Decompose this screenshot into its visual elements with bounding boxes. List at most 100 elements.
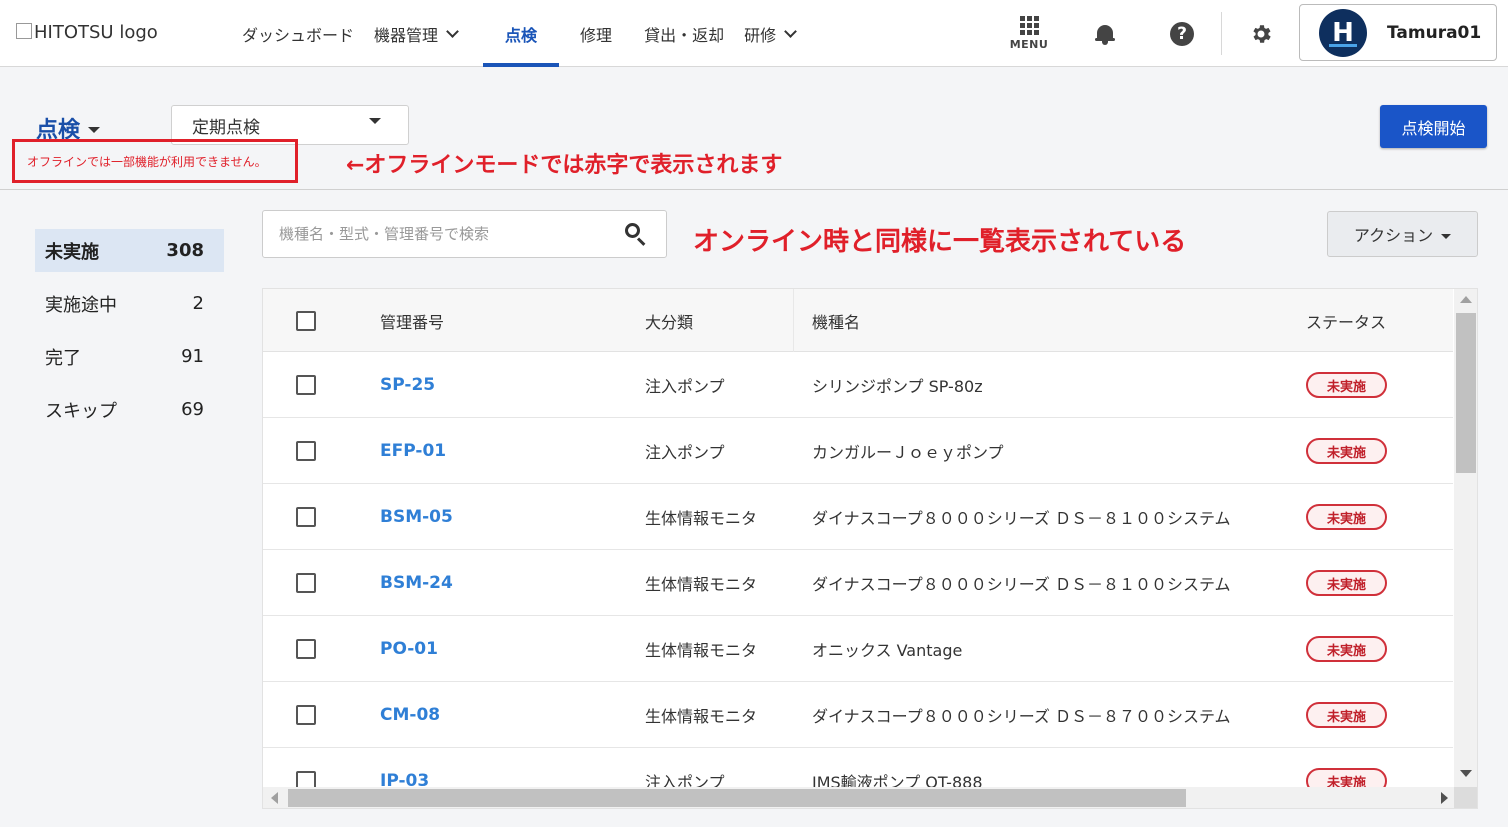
scroll-down-icon[interactable] — [1460, 770, 1472, 777]
model-cell: オニックス Vantage — [812, 641, 963, 660]
table-header: 管理番号 大分類 機種名 ステータス — [263, 289, 1453, 352]
notifications-button[interactable] — [1093, 0, 1117, 67]
search-icon[interactable] — [624, 222, 648, 246]
sidebar-item-label: スキップ — [45, 400, 117, 422]
annotation-offline: ←オフラインモードでは赤字で表示されます — [346, 153, 783, 178]
row-select-cell — [296, 418, 316, 484]
nav-item-label: 修理 — [580, 25, 613, 45]
sidebar-item-count: 2 — [192, 293, 204, 314]
avatar: H — [1319, 8, 1367, 57]
vertical-scrollbar[interactable] — [1454, 289, 1477, 787]
scroll-left-icon[interactable] — [271, 792, 278, 804]
asset-id-link[interactable]: BSM-05 — [380, 484, 453, 550]
select-all-cell — [296, 289, 316, 352]
column-header-model[interactable]: 機種名 — [812, 289, 860, 352]
sidebar-item-count: 308 — [166, 240, 204, 261]
sidebar-item-in-progress[interactable]: 実施途中 2 — [35, 277, 224, 330]
table-row[interactable]: BSM-24 生体情報モニタ ダイナスコープ８０００シリーズ ＤＳ－８１００システム… — [263, 550, 1453, 616]
horizontal-scroll-thumb[interactable] — [288, 789, 1186, 807]
gear-icon — [1253, 24, 1271, 43]
hitotsu-logo[interactable]: HITOTSU logo — [16, 22, 158, 43]
sidebar-item-label: 未実施 — [45, 241, 99, 263]
nav-item-inspection[interactable]: 点検 — [483, 0, 560, 67]
table-row[interactable]: BSM-05 生体情報モニタ ダイナスコープ８０００シリーズ ＤＳ－８１００システム… — [263, 484, 1453, 550]
chevron-down-icon — [784, 25, 797, 38]
broken-image-icon — [16, 22, 32, 39]
nav-item-equipment[interactable]: 機器管理 — [364, 0, 467, 67]
sidebar-item-label: 実施途中 — [45, 294, 117, 316]
main-nav: ダッシュボード 機器管理 点検 修理 貸出・返却 研修 — [232, 0, 805, 67]
nav-item-lending[interactable]: 貸出・返却 — [624, 0, 734, 67]
start-inspection-button[interactable]: 点検開始 — [1380, 105, 1487, 148]
logo-alt-text: HITOTSU logo — [34, 22, 158, 43]
column-header-category[interactable]: 大分類 — [645, 289, 693, 352]
user-menu-button[interactable]: H Tamura01 — [1299, 4, 1497, 61]
row-checkbox[interactable] — [296, 441, 316, 461]
nav-item-dashboard[interactable]: ダッシュボード — [232, 0, 364, 67]
menu-button[interactable]: MENU — [1008, 0, 1050, 67]
asset-id-link[interactable]: SP-25 — [380, 352, 435, 418]
row-select-cell — [296, 616, 316, 682]
help-button[interactable]: ? — [1170, 0, 1194, 67]
scroll-up-icon[interactable] — [1460, 296, 1472, 303]
caret-down-icon — [1441, 233, 1452, 239]
status-cell: 未実施 — [1306, 616, 1387, 682]
row-checkbox[interactable] — [296, 375, 316, 395]
category-cell: 生体情報モニタ — [645, 575, 758, 594]
row-checkbox[interactable] — [296, 639, 316, 659]
nav-item-training[interactable]: 研修 — [734, 0, 805, 67]
nav-item-repair[interactable]: 修理 — [559, 0, 624, 67]
scroll-right-icon[interactable] — [1441, 792, 1448, 804]
bell-icon — [1094, 23, 1116, 45]
chevron-down-icon — [446, 25, 459, 38]
row-checkbox[interactable] — [296, 705, 316, 725]
scrollbar-corner — [1454, 787, 1477, 808]
row-checkbox[interactable] — [296, 573, 316, 593]
annotation-list: オンライン時と同様に一覧表示されている — [693, 227, 1187, 257]
horizontal-scrollbar[interactable] — [263, 787, 1454, 808]
table-row[interactable]: EFP-01 注入ポンプ カンガルーＪｏｅｙポンプ 未実施 — [263, 418, 1453, 484]
asset-id-link[interactable]: CM-08 — [380, 682, 440, 748]
apps-grid-icon — [1019, 16, 1039, 35]
inspection-type-value: 定期点検 — [192, 117, 260, 138]
status-badge: 未実施 — [1306, 636, 1387, 662]
menu-label: MENU — [1009, 38, 1049, 51]
nav-item-label: 点検 — [505, 25, 538, 45]
status-cell: 未実施 — [1306, 484, 1387, 550]
select-all-checkbox[interactable] — [296, 310, 316, 331]
search-box — [262, 210, 667, 258]
row-select-cell — [296, 550, 316, 616]
vertical-scroll-thumb[interactable] — [1456, 313, 1476, 473]
column-header-status[interactable]: ステータス — [1306, 289, 1386, 352]
table-row[interactable]: CM-08 生体情報モニタ ダイナスコープ８０００シリーズ ＤＳ－８７００システム 未… — [263, 682, 1453, 748]
table-row[interactable]: SP-25 注入ポンプ シリンジポンプ SP-80z 未実施 — [263, 352, 1453, 418]
sidebar-item-skipped[interactable]: スキップ 69 — [35, 383, 224, 436]
sidebar-item-not-started[interactable]: 未実施 308 — [35, 229, 224, 272]
caret-down-icon — [88, 127, 101, 133]
row-checkbox[interactable] — [296, 507, 316, 527]
status-cell: 未実施 — [1306, 550, 1387, 616]
asset-id-link[interactable]: EFP-01 — [380, 418, 446, 484]
nav-item-label: 機器管理 — [374, 25, 439, 45]
action-button-label: アクション — [1353, 226, 1434, 245]
user-name: Tamura01 — [1387, 22, 1482, 43]
status-badge: 未実施 — [1306, 372, 1387, 398]
column-header-id[interactable]: 管理番号 — [380, 289, 444, 352]
table-body: SP-25 注入ポンプ シリンジポンプ SP-80z 未実施 EFP-01 注入ポンプ カン… — [263, 352, 1453, 808]
table-row[interactable]: PO-01 生体情報モニタ オニックス Vantage 未実施 — [263, 616, 1453, 682]
category-cell: 生体情報モニタ — [645, 509, 758, 528]
sidebar-item-completed[interactable]: 完了 91 — [35, 330, 224, 383]
sidebar-item-count: 91 — [181, 346, 204, 367]
status-badge: 未実施 — [1306, 504, 1387, 530]
status-cell: 未実施 — [1306, 682, 1387, 748]
model-cell: ダイナスコープ８０００シリーズ ＤＳ－８１００システム — [812, 509, 1231, 528]
settings-button[interactable] — [1248, 0, 1274, 67]
row-select-cell — [296, 682, 316, 748]
status-badge: 未実施 — [1306, 570, 1387, 596]
action-dropdown-button[interactable]: アクション — [1327, 211, 1478, 257]
asset-id-link[interactable]: PO-01 — [380, 616, 438, 682]
model-cell: ダイナスコープ８０００シリーズ ＤＳ－８７００システム — [812, 707, 1231, 726]
asset-id-link[interactable]: BSM-24 — [380, 550, 453, 616]
search-input[interactable] — [263, 225, 603, 243]
status-cell: 未実施 — [1306, 418, 1387, 484]
